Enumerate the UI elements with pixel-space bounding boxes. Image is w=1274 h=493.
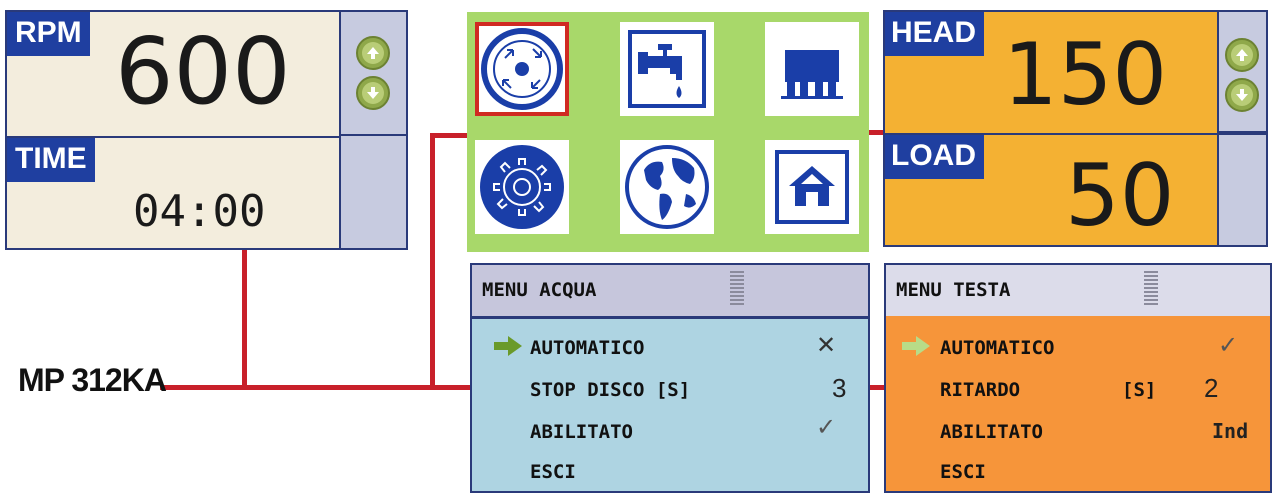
arrow-right-icon [902,336,930,356]
up-down-panel [341,12,406,134]
menu-acqua-screen: MENU ACQUA AUTOMATICO ✕ STOP DISCO [S] 3… [470,263,870,493]
row-label: ESCI [530,461,576,483]
machine-head-icon [781,50,843,99]
down-arrow-button[interactable] [356,76,390,110]
up-arrow-button[interactable] [356,36,390,70]
menu-acqua-automatico[interactable]: AUTOMATICO [530,337,644,359]
down-arrow-icon [362,82,384,104]
time-field[interactable]: TIME 04:00 [7,138,339,248]
down-arrow-icon [1231,84,1253,106]
rpm-label: RPM [7,12,90,56]
load-value: 50 [1065,146,1175,246]
head-menu-button[interactable] [765,22,859,116]
head-value: 150 [1003,25,1168,125]
menu-testa-title: MENU TESTA [886,265,1270,319]
rpm-value: 600 [115,18,291,125]
up-down-panel [1219,12,1266,131]
menu-acqua-abilitato[interactable]: ABILITATO [530,421,633,443]
down-arrow-button[interactable] [1225,78,1259,112]
gear-icon [480,145,564,229]
row-label: ESCI [940,461,986,483]
rpm-time-screen: RPM 600 TIME 04:00 [5,10,408,250]
check-icon: ✓ [816,414,837,441]
up-arrow-icon [362,42,384,64]
rotation-icon [481,28,563,110]
load-field[interactable]: LOAD 50 [885,135,1217,245]
load-label: LOAD [885,135,984,179]
water-tap-icon [628,30,706,108]
head-load-screen: HEAD 150 LOAD 50 [883,10,1268,247]
rotation-menu-button[interactable] [475,22,569,116]
model-label: MP 312KA [18,362,167,398]
settings-menu-button[interactable] [475,140,569,234]
home-menu-button[interactable] [765,140,859,234]
arrow-right-icon [494,336,522,356]
ritardo-unit: [S] [1122,379,1157,401]
row-label: ABILITATO [940,421,1043,443]
time-value: 04:00 [133,186,266,237]
row-label: STOP DISCO [S] [530,379,691,401]
globe-icon [625,145,709,229]
rpm-time-panel: RPM 600 TIME 04:00 [7,12,339,248]
head-label: HEAD [885,12,985,56]
side-blank-panel [1219,135,1266,245]
x-icon: ✕ [816,332,837,359]
connector-line [430,133,435,390]
row-label: RITARDO [940,379,1021,401]
up-arrow-icon [1231,44,1253,66]
stop-disco-value: 3 [832,373,847,403]
menu-acqua-stop-disco[interactable]: STOP DISCO [S] [530,379,690,401]
head-field[interactable]: HEAD 150 [885,12,1217,133]
rpm-field[interactable]: RPM 600 [7,12,339,136]
home-icon [775,150,849,224]
water-menu-button[interactable] [620,22,714,116]
menu-testa-ritardo[interactable]: RITARDO [940,379,1020,401]
connector-line [242,250,247,390]
menu-testa-esci[interactable]: ESCI [940,461,986,483]
ritardo-value: 2 [1204,373,1219,403]
connector-line [430,133,470,138]
check-icon: ✓ [1218,332,1239,359]
menu-title-text: MENU TESTA [896,279,1011,301]
side-blank-panel [341,136,406,248]
menu-acqua-esci[interactable]: ESCI [530,461,576,483]
scroll-indicator [1144,271,1158,305]
menu-testa-abilitato[interactable]: ABILITATO [940,421,1043,443]
row-label: AUTOMATICO [530,337,645,359]
menu-acqua-title: MENU ACQUA [472,265,868,319]
language-menu-button[interactable] [620,140,714,234]
menu-testa-automatico[interactable]: AUTOMATICO [940,337,1054,359]
menu-title-text: MENU ACQUA [482,279,597,301]
icon-menu-screen [467,12,869,252]
connector-line [160,385,470,390]
head-side-panel [1219,12,1266,245]
time-label: TIME [7,138,95,182]
scroll-indicator [730,271,744,305]
up-arrow-button[interactable] [1225,38,1259,72]
row-label: AUTOMATICO [940,337,1055,359]
row-label: ABILITATO [530,421,633,443]
rpm-side-panel [341,12,406,248]
abilitato-value: Ind [1212,419,1249,443]
menu-testa-screen: MENU TESTA AUTOMATICO ✓ RITARDO [S] 2 AB… [884,263,1272,493]
